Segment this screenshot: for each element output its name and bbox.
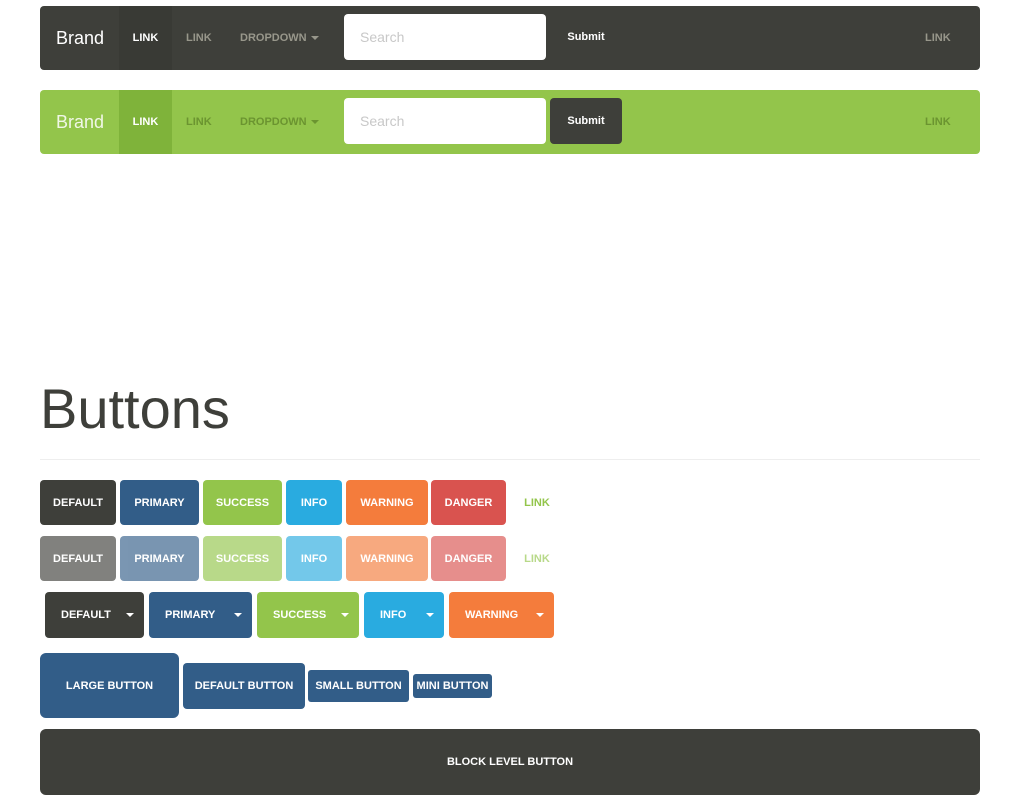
warning-split-button[interactable]: Warning: [449, 592, 554, 638]
warning-button-disabled: Warning: [346, 536, 428, 581]
dropdown-label: Dropdown: [240, 32, 307, 44]
nav-dropdown[interactable]: Dropdown: [240, 90, 319, 154]
small-button[interactable]: Small button: [308, 670, 409, 702]
link-button[interactable]: Link: [510, 480, 564, 525]
nav-link-right[interactable]: Link: [925, 90, 951, 154]
submit-button[interactable]: Submit: [550, 14, 622, 60]
info-button[interactable]: Info: [286, 480, 342, 525]
danger-button-disabled: Danger: [431, 536, 506, 581]
nav-link-right[interactable]: Link: [925, 6, 951, 70]
submit-button[interactable]: Submit: [550, 98, 622, 144]
section-title: Buttons: [40, 377, 230, 440]
search-input[interactable]: [344, 98, 546, 144]
default-size-button[interactable]: Default button: [183, 663, 305, 709]
primary-split-button[interactable]: Primary: [149, 592, 252, 638]
primary-button[interactable]: Primary: [120, 480, 199, 525]
block-level-button[interactable]: Block level button: [40, 729, 980, 795]
danger-button[interactable]: Danger: [431, 480, 506, 525]
button-label: Warning: [465, 609, 519, 621]
search-input[interactable]: [344, 14, 546, 60]
navbar-success: Brand Link Link Dropdown Submit Link: [40, 90, 980, 154]
button-label: Success: [273, 609, 327, 621]
default-button-disabled: Default: [40, 536, 116, 581]
nav-link[interactable]: Link: [186, 90, 212, 154]
caret-down-icon[interactable]: [536, 613, 544, 617]
default-split-button[interactable]: Default: [45, 592, 144, 638]
dropdown-label: Dropdown: [240, 116, 307, 128]
mini-button[interactable]: Mini button: [413, 674, 492, 698]
link-button-disabled: Link: [524, 552, 550, 565]
nav-dropdown[interactable]: Dropdown: [240, 6, 319, 70]
nav-link-active[interactable]: Link: [119, 90, 172, 154]
caret-down-icon[interactable]: [126, 613, 134, 617]
caret-down-icon[interactable]: [234, 613, 242, 617]
large-button[interactable]: Large button: [40, 653, 179, 718]
caret-down-icon[interactable]: [341, 613, 349, 617]
success-button[interactable]: Success: [203, 480, 282, 525]
nav-link-active[interactable]: Link: [119, 6, 172, 70]
button-label: Default: [61, 609, 111, 621]
brand-link[interactable]: Brand: [56, 90, 104, 154]
divider: [40, 459, 980, 460]
caret-down-icon[interactable]: [426, 613, 434, 617]
nav-link[interactable]: Link: [186, 6, 212, 70]
success-split-button[interactable]: Success: [257, 592, 359, 638]
button-label: Info: [380, 609, 407, 621]
success-button-disabled: Success: [203, 536, 282, 581]
primary-button-disabled: Primary: [120, 536, 199, 581]
caret-down-icon: [310, 36, 319, 41]
info-split-button[interactable]: Info: [364, 592, 444, 638]
default-button[interactable]: Default: [40, 480, 116, 525]
button-label: Primary: [165, 609, 216, 621]
brand-link[interactable]: Brand: [56, 6, 104, 70]
navbar-default: Brand Link Link Dropdown Submit Link: [40, 6, 980, 70]
warning-button[interactable]: Warning: [346, 480, 428, 525]
caret-down-icon: [310, 120, 319, 125]
info-button-disabled: Info: [286, 536, 342, 581]
